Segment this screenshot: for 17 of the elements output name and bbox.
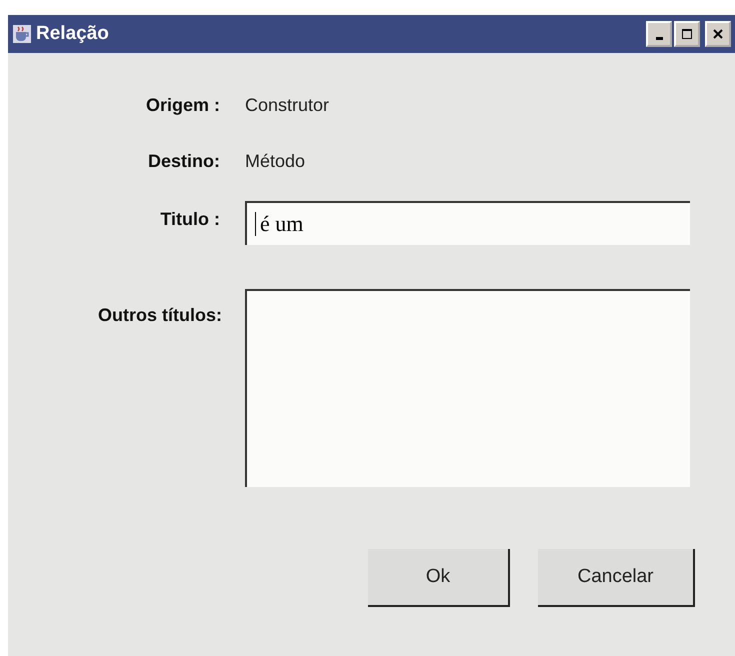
minimize-button[interactable] <box>646 21 672 47</box>
cup-icon <box>12 24 32 44</box>
field-label: Outros títulos: <box>97 304 223 326</box>
field-value: Construtor <box>245 94 330 117</box>
minimize-icon <box>656 37 662 40</box>
close-button[interactable] <box>705 21 731 47</box>
field-value: Método <box>245 150 306 173</box>
field-label: Titulo : <box>159 208 221 230</box>
dialog-button[interactable]: Ok <box>368 549 510 607</box>
window-title: Relação <box>36 23 109 45</box>
field-label: Destino: <box>147 150 221 173</box>
close-icon <box>712 28 724 40</box>
title-input[interactable]: é um <box>245 201 690 245</box>
dialog-button[interactable]: Cancelar <box>538 549 695 607</box>
field-label: Origem : <box>144 94 221 117</box>
maximize-button[interactable] <box>674 21 700 47</box>
maximize-icon <box>681 28 693 40</box>
